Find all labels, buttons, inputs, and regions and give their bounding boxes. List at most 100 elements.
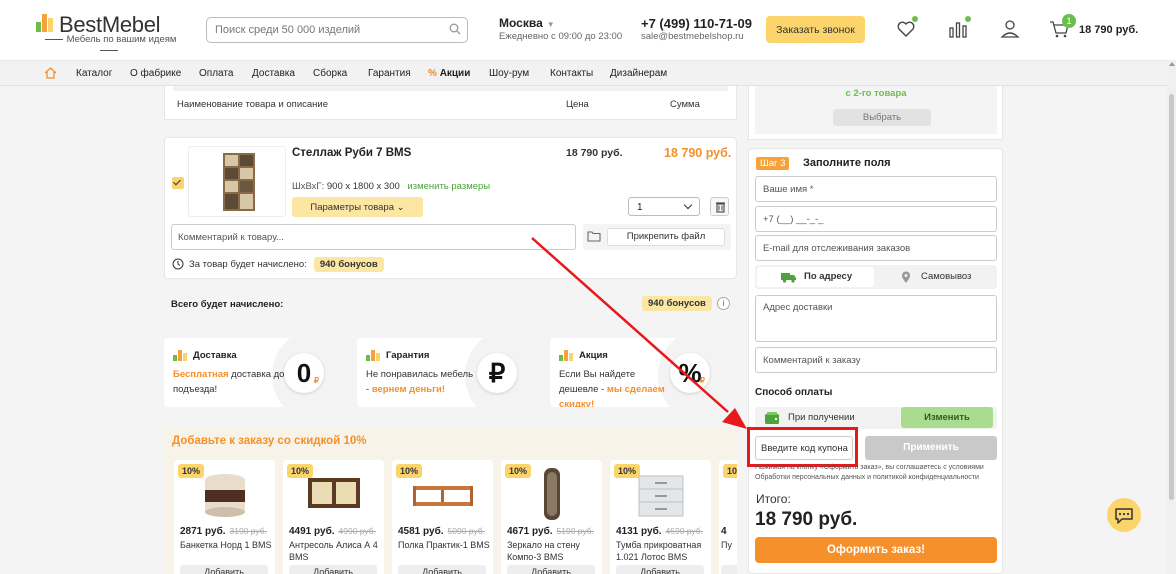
nav-item-warranty[interactable]: Гарантия [368, 68, 411, 79]
quantity-value: 1 [637, 202, 643, 213]
item-comment-input[interactable] [172, 225, 567, 249]
add-to-order-button[interactable]: Добавить [507, 565, 595, 574]
city-selector[interactable]: Москва ▼ [499, 16, 555, 30]
upsell-card-partial[interactable]: 10% 4 Пу [719, 460, 737, 574]
payment-method-label: При получении [788, 412, 855, 423]
product-params-button[interactable]: Параметры товара ⌄ [292, 197, 423, 217]
delivery-address-option[interactable]: По адресу [757, 267, 874, 287]
upsell-card[interactable]: 10% 4491 руб. 4990 руб. Антресоль Алиса А… [283, 460, 384, 574]
add-to-order-button[interactable]: Добавить [289, 565, 377, 574]
nav-item-showroom[interactable]: Шоу-рум [489, 68, 529, 79]
feature-text: Бесплатная доставка до подъезда! [173, 369, 285, 395]
brand-bars-icon [559, 350, 574, 361]
nav-item-factory[interactable]: О фабрике [130, 68, 181, 79]
nav-item-designers[interactable]: Дизайнерам [610, 68, 667, 79]
phone-field[interactable] [755, 206, 997, 232]
nav-item-payment[interactable]: Оплата [199, 68, 233, 79]
address-field[interactable] [755, 295, 997, 342]
item-bonus: За товар будет начислено: 940 бонусов [172, 257, 384, 272]
nav-item-promo-label: Акции [439, 68, 471, 79]
cart-count-badge: 1 [1062, 14, 1076, 28]
item-bonus-value: 940 бонусов [313, 257, 384, 272]
upsell-section: Добавьте к заказу со скидкой 10% 10% 287… [164, 427, 737, 574]
favorites-dot [912, 16, 918, 22]
info-icon[interactable]: i [717, 297, 730, 310]
choose-button[interactable]: Выбрать [833, 109, 931, 126]
address-input[interactable] [756, 296, 996, 341]
email-link[interactable]: sale@bestmebelshop.ru [641, 31, 744, 42]
upsell-card[interactable]: 10% 4671 руб. 5190 руб. Зеркало на стену … [501, 460, 602, 574]
page-scrollbar[interactable] [1167, 60, 1176, 574]
wallet-icon [765, 412, 779, 424]
change-payment-button[interactable]: Изменить [901, 407, 993, 428]
pickup-label: Самовывоз [921, 271, 972, 282]
item-comment-field[interactable] [171, 224, 576, 250]
product-price: 18 790 руб. [566, 147, 623, 159]
brand-bars-icon [366, 350, 381, 361]
add-to-order-button[interactable]: Добавить [180, 565, 268, 574]
scroll-up-arrow-icon[interactable] [1169, 62, 1175, 66]
nav-item-contacts[interactable]: Контакты [550, 68, 593, 79]
nav-item-assembly[interactable]: Сборка [313, 68, 347, 79]
user-icon[interactable] [999, 18, 1021, 40]
name-field[interactable] [755, 176, 997, 202]
cart-total[interactable]: 18 790 руб. [1079, 24, 1138, 36]
home-icon[interactable] [44, 67, 57, 79]
nav-item-delivery[interactable]: Доставка [252, 68, 295, 79]
select-item-checkbox[interactable] [172, 177, 184, 189]
feature-title: Акция [579, 350, 608, 361]
place-order-button[interactable]: Оформить заказ! [755, 537, 997, 563]
cart-item: Стеллаж Руби 7 BMS 18 790 руб. 18 790 ру… [164, 137, 737, 279]
cart-table-header: Наименование товара и описание Цена Сумм… [164, 86, 737, 120]
phone-link[interactable]: +7 (499) 110-71-09 [641, 16, 752, 31]
card-name: Полка Практик-1 BMS [398, 540, 490, 550]
card-price: 4131 руб. 4590 руб. [616, 526, 704, 537]
column-price: Цена [566, 99, 589, 110]
total-value: 18 790 руб. [755, 509, 858, 530]
logo[interactable]: BestMebel Мебель по вашим идеям [36, 12, 181, 46]
order-comment-field[interactable] [755, 347, 997, 373]
trash-icon [716, 202, 725, 213]
name-input[interactable] [756, 177, 996, 201]
order-comment-input[interactable] [756, 348, 996, 372]
chevron-down-icon [683, 200, 693, 210]
map-pin-icon [902, 271, 910, 283]
total-bonus-value: 940 бонусов [642, 296, 712, 311]
email-input[interactable] [756, 236, 996, 260]
chevron-down-icon: ⌄ [396, 201, 405, 213]
product-image[interactable] [188, 146, 286, 217]
search-icon[interactable] [449, 23, 461, 35]
delete-item-button[interactable] [710, 197, 729, 216]
quantity-select[interactable]: 1 [628, 197, 700, 216]
email-field[interactable] [755, 235, 997, 261]
search-box[interactable] [206, 17, 468, 43]
delivery-address-label: По адресу [804, 271, 853, 282]
nav-item-catalog[interactable]: Каталог [76, 68, 112, 79]
total-bonus-label: Всего будет начислено: [171, 299, 284, 310]
change-size-link[interactable]: изменить размеры [407, 181, 490, 192]
dimensions-value: 900 х 1800 х 300 [326, 181, 400, 192]
chat-button[interactable] [1107, 498, 1141, 532]
upsell-card[interactable]: 10% 4131 руб. 4590 руб. Тумба прикроватна… [610, 460, 711, 574]
add-to-order-button[interactable]: Добавить [616, 565, 704, 574]
checkout-form: Шаг 3 Заполните поля По адресу Самовывоз… [747, 148, 1003, 574]
phone-input[interactable] [756, 207, 996, 231]
upsell-card[interactable]: 10% 4581 руб. 5090 руб. Полка Практик-1 B… [392, 460, 493, 574]
discount-badge: 10% [723, 464, 737, 478]
apply-coupon-button[interactable]: Применить [865, 436, 997, 460]
product-title[interactable]: Стеллаж Руби 7 BMS [292, 147, 411, 159]
item-bonus-label: За товар будет начислено: [189, 259, 307, 270]
search-input[interactable] [207, 18, 437, 42]
scrollbar-thumb[interactable] [1169, 94, 1174, 500]
card-name: Антресоль Алиса А 4 BMS [289, 540, 378, 562]
site-header: BestMebel Мебель по вашим идеям Москва▼ … [0, 0, 1176, 60]
legal-notice: Нажимая на кнопку «Оформить заказ», вы с… [755, 464, 984, 481]
attach-file-button[interactable]: Прикрепить файл [607, 228, 725, 246]
attach-file[interactable]: Прикрепить файл [583, 224, 731, 250]
add-to-order-button[interactable]: Добавить [398, 565, 486, 574]
card-price: 4491 руб. 4990 руб. [289, 526, 377, 537]
add-to-order-button[interactable] [721, 565, 737, 574]
upsell-card[interactable]: 10% 2871 руб. 3190 руб. Банкетка Норд 1 B… [174, 460, 275, 574]
callback-button[interactable]: Заказать звонок [766, 16, 865, 43]
nav-item-promo[interactable]: % Акции [428, 68, 470, 79]
